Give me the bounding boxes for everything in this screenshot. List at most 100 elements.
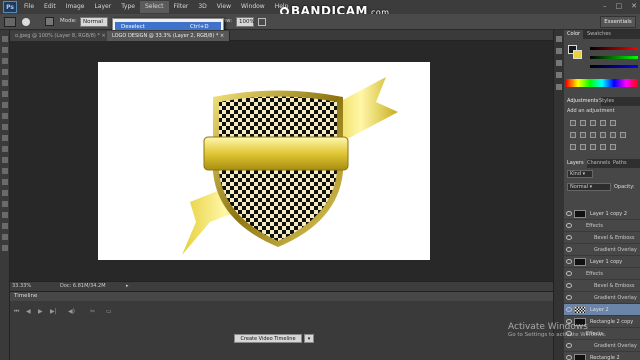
layer-effect-row[interactable]: Gradient Overlay [564,244,640,256]
visibility-eye-icon[interactable] [566,247,572,252]
split-icon[interactable]: ✂ [90,308,95,315]
tab-styles[interactable]: Styles [596,97,617,106]
tab-color[interactable]: Color [564,30,584,39]
transition-icon[interactable]: ▭ [106,308,112,315]
next-frame-icon[interactable]: ▶| [50,308,57,315]
color-lookup-icon[interactable] [620,132,626,138]
visibility-eye-icon[interactable] [566,223,572,228]
curves-icon[interactable] [590,120,596,126]
channel-mixer-icon[interactable] [610,132,616,138]
crop-tool-icon[interactable] [2,80,8,86]
kind-filter-select[interactable]: Kind ▾ [567,170,593,178]
tab-channels[interactable]: Channels [584,159,613,168]
visibility-eye-icon[interactable] [566,271,572,276]
flow-input[interactable]: 100% [236,17,255,27]
chevron-down-icon[interactable]: ▾ [304,334,314,343]
layer-effect-row[interactable]: Bevel & Emboss [564,232,640,244]
layer-effect-row[interactable]: Effects [564,268,640,280]
brush-preset-icon[interactable] [22,18,30,26]
close-icon[interactable]: ✕ [631,2,637,10]
dodge-tool-icon[interactable] [2,179,8,185]
blue-slider[interactable] [590,65,638,68]
menu-window[interactable]: Window [236,1,270,13]
hue-saturation-icon[interactable] [570,132,576,138]
hand-tool-icon[interactable] [2,234,8,240]
maximize-icon[interactable]: □ [616,2,623,10]
levels-icon[interactable] [580,120,586,126]
play-icon[interactable]: ▶ [38,308,43,315]
posterize-icon[interactable] [580,144,586,150]
gradient-tool-icon[interactable] [2,157,8,163]
menu-3d[interactable]: 3D [193,1,211,13]
tab-o-jpeg[interactable]: o.jpeg @ 100% (Layer 8, RGB/8) * × [10,31,112,41]
black-white-icon[interactable] [590,132,596,138]
history-icon[interactable] [556,36,562,42]
brush-panel-icon[interactable] [45,17,54,26]
brush-icon[interactable] [556,72,562,78]
color-balance-icon[interactable] [580,132,586,138]
visibility-eye-icon[interactable] [566,283,572,288]
tab-logo-design[interactable]: LOGO DESIGN @ 33.3% (Layer 2, RGB/8) * × [107,31,231,41]
tab-paths[interactable]: Paths [610,159,630,168]
move-tool-icon[interactable] [2,36,8,42]
selective-color-icon[interactable] [610,144,616,150]
gradient-map-icon[interactable] [600,144,606,150]
brush-tool-icon[interactable] [4,17,16,27]
visibility-eye-icon[interactable] [566,355,572,360]
zoom-level[interactable]: 33.33% [12,283,31,289]
menu-filter[interactable]: Filter [169,1,194,13]
clone-tool-icon[interactable] [2,124,8,130]
brightness-icon[interactable] [570,120,576,126]
history-brush-tool-icon[interactable] [2,135,8,141]
visibility-eye-icon[interactable] [566,235,572,240]
info-icon[interactable] [556,60,562,66]
menu-view[interactable]: View [212,1,236,13]
layer-row[interactable]: Layer 2 [564,304,640,316]
shape-tool-icon[interactable] [2,223,8,229]
menu-file[interactable]: File [19,1,39,13]
brush-tool-icon[interactable] [2,113,8,119]
color-ramp[interactable] [566,79,638,87]
type-tool-icon[interactable] [2,201,8,207]
zoom-tool-icon[interactable] [2,245,8,251]
menu-type[interactable]: Type [116,1,140,13]
workspace-select[interactable]: Essentials [600,16,636,28]
eraser-tool-icon[interactable] [2,146,8,152]
layer-row[interactable]: Rectangle 2 [564,352,640,360]
lasso-tool-icon[interactable] [2,58,8,64]
character-icon[interactable] [556,84,562,90]
background-color-swatch[interactable] [573,50,582,59]
create-video-timeline-button[interactable]: Create Video Timeline [234,334,302,343]
red-slider[interactable] [590,47,638,50]
first-frame-icon[interactable]: ⏮ [14,308,19,316]
shield-logo-artwork[interactable] [98,62,430,260]
threshold-icon[interactable] [590,144,596,150]
visibility-eye-icon[interactable] [566,295,572,300]
properties-icon[interactable] [556,48,562,54]
layer-effect-row[interactable]: Effects [564,220,640,232]
path-select-tool-icon[interactable] [2,212,8,218]
eyedropper-tool-icon[interactable] [2,91,8,97]
minimize-icon[interactable]: – [603,2,607,10]
audio-icon[interactable]: ◀) [68,308,75,315]
blur-tool-icon[interactable] [2,168,8,174]
menu-image[interactable]: Image [61,1,90,13]
airbrush-icon[interactable] [258,18,266,26]
layer-row[interactable]: Layer 1 copy [564,256,640,268]
marquee-tool-icon[interactable] [2,47,8,53]
layer-effect-row[interactable]: Gradient Overlay [564,292,640,304]
invert-icon[interactable] [570,144,576,150]
prev-frame-icon[interactable]: ◀ [26,308,31,315]
status-arrow-icon[interactable]: ▸ [126,283,129,289]
pen-tool-icon[interactable] [2,190,8,196]
layer-row[interactable]: Layer 1 copy 2 [564,208,640,220]
vibrance-icon[interactable] [610,120,616,126]
visibility-eye-icon[interactable] [566,259,572,264]
menu-layer[interactable]: Layer [89,1,116,13]
blend-mode-select[interactable]: Normal ▾ [567,183,611,191]
quick-select-tool-icon[interactable] [2,69,8,75]
layer-effect-row[interactable]: Bevel & Emboss [564,280,640,292]
green-slider[interactable] [590,56,638,59]
menu-select[interactable]: Select [139,1,169,13]
mode-select[interactable]: Normal [80,17,108,27]
